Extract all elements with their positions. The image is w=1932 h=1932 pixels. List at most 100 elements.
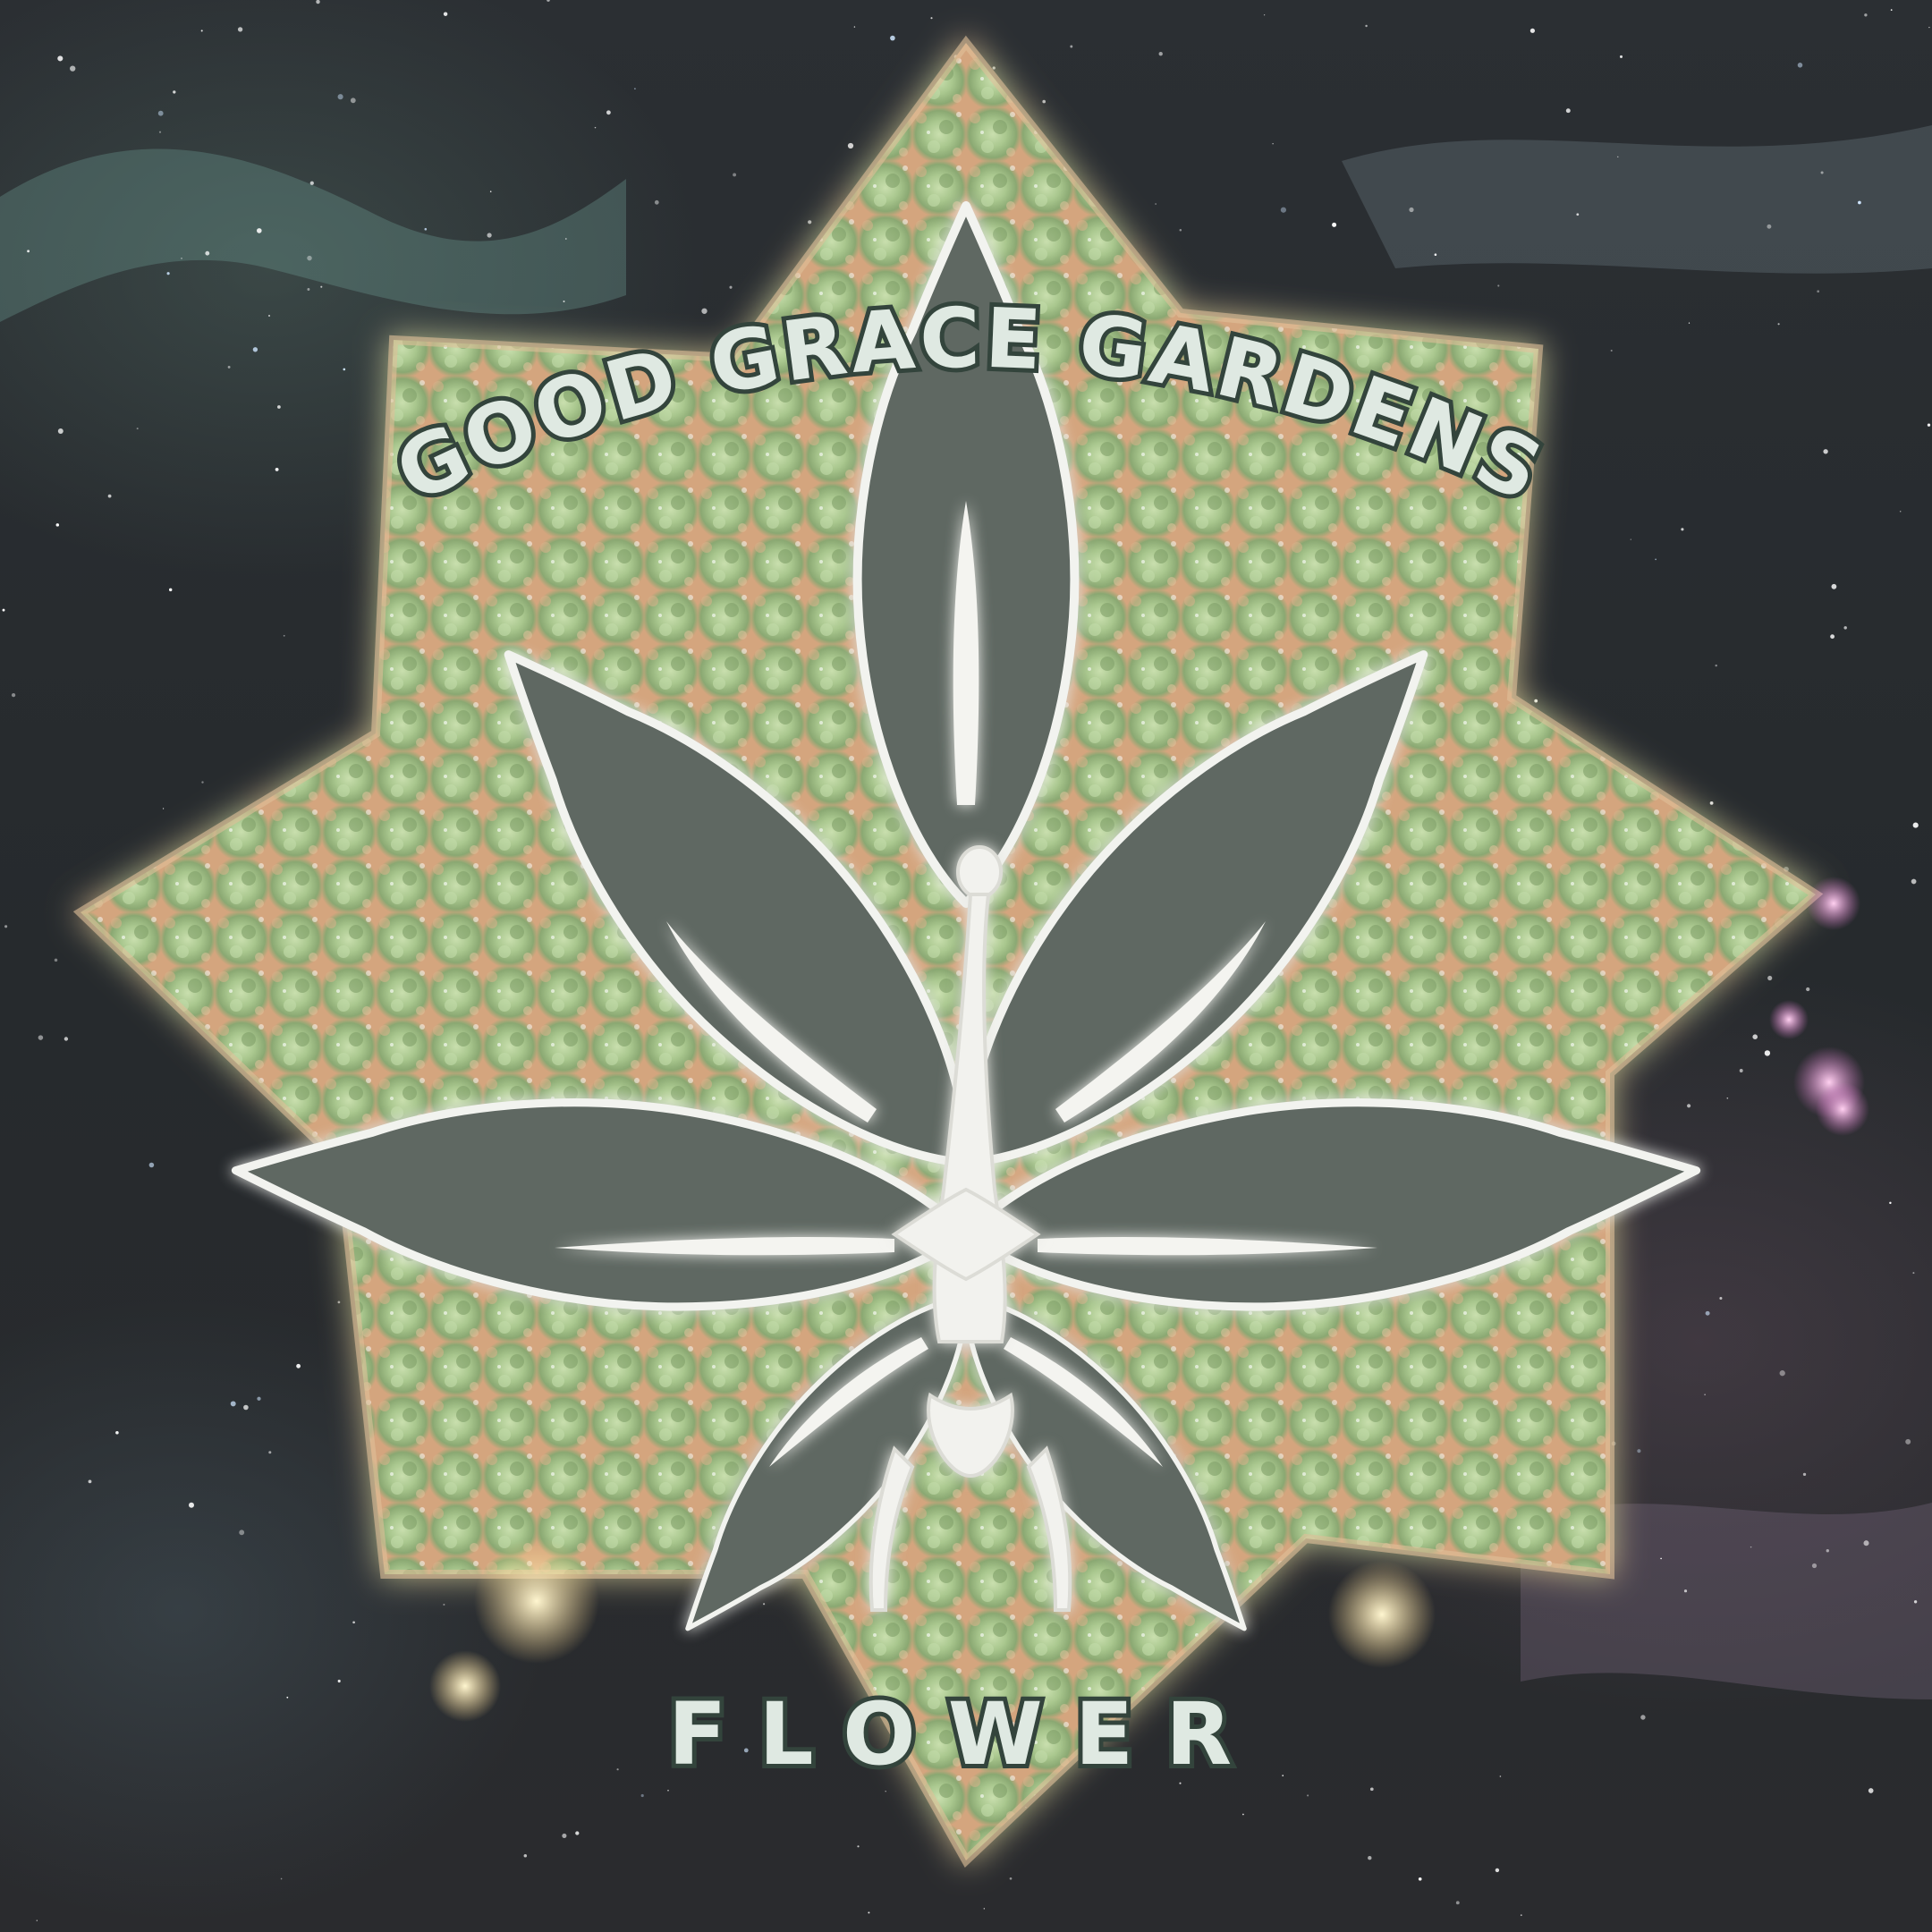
poster: GOOD GRACE GARDENS FLOWER (0, 0, 1932, 1932)
star (11, 692, 16, 698)
star (1858, 200, 1861, 205)
star (1905, 1438, 1911, 1445)
star (1534, 699, 1538, 703)
star (1779, 1370, 1785, 1377)
star (252, 347, 258, 352)
star (1911, 878, 1917, 885)
star (1155, 203, 1157, 205)
star (1272, 143, 1274, 145)
star (343, 368, 346, 371)
star (227, 365, 231, 369)
star (594, 126, 597, 129)
star (337, 94, 343, 100)
star (1823, 449, 1828, 454)
star (1912, 1272, 1915, 1275)
star (523, 1854, 528, 1858)
star (1365, 24, 1368, 28)
star (1576, 213, 1580, 216)
star (1752, 1034, 1758, 1039)
star (1495, 1868, 1500, 1873)
star (563, 301, 565, 302)
star (55, 523, 60, 527)
star (443, 12, 448, 16)
star (148, 1162, 155, 1168)
star (1660, 1557, 1662, 1560)
star (1806, 987, 1810, 992)
star (230, 1401, 236, 1407)
star (1369, 1787, 1374, 1792)
star (1890, 9, 1893, 11)
star (489, 191, 492, 192)
star (70, 65, 76, 72)
star (1928, 26, 1930, 29)
star (1418, 1877, 1422, 1881)
star (1802, 1472, 1807, 1477)
star (189, 1502, 194, 1508)
star (857, 1845, 860, 1848)
star (1863, 1540, 1869, 1546)
star (1687, 1104, 1691, 1108)
star (1497, 284, 1500, 287)
star (606, 110, 611, 115)
star (729, 285, 733, 289)
star (337, 1679, 341, 1683)
star (616, 1768, 619, 1771)
star (1179, 229, 1182, 232)
star (1688, 322, 1690, 324)
star (1307, 1794, 1309, 1797)
star (158, 131, 162, 133)
star (654, 199, 659, 205)
star (1070, 45, 1073, 48)
star (1009, 1877, 1013, 1880)
star (157, 110, 164, 116)
star (350, 97, 356, 104)
star (1709, 801, 1714, 805)
star (1640, 1715, 1646, 1720)
star (296, 1363, 301, 1368)
star (1913, 1600, 1918, 1604)
star (1565, 108, 1571, 114)
star (107, 494, 112, 498)
star (320, 285, 323, 288)
star (205, 250, 210, 256)
star (1797, 63, 1803, 68)
star (868, 1911, 870, 1914)
star (1455, 1901, 1460, 1905)
star (136, 428, 139, 430)
star (268, 1451, 272, 1454)
star (1530, 28, 1536, 33)
star (243, 1404, 249, 1411)
star (853, 26, 856, 28)
star (1927, 423, 1931, 427)
star (1912, 822, 1919, 828)
star (36, 1919, 38, 1921)
star (1817, 290, 1820, 293)
star (983, 1908, 985, 1910)
star (173, 90, 176, 94)
star (1681, 528, 1684, 531)
star (1811, 1563, 1818, 1569)
star (307, 255, 312, 261)
star (1242, 1813, 1244, 1816)
star (1610, 349, 1613, 352)
star (2, 608, 5, 612)
star (634, 88, 636, 89)
star (54, 958, 58, 962)
star (257, 228, 262, 233)
star (115, 1431, 119, 1435)
star (1719, 1296, 1723, 1301)
star (257, 1396, 261, 1401)
star (309, 181, 314, 185)
star (200, 30, 203, 32)
star (64, 1037, 69, 1041)
star (1831, 583, 1837, 589)
star (283, 634, 285, 637)
star (1434, 253, 1437, 257)
star (1767, 975, 1773, 981)
star (1777, 323, 1780, 326)
star (885, 1790, 886, 1792)
star (667, 1790, 669, 1792)
star (808, 220, 812, 225)
star (564, 238, 567, 240)
poster-artwork: GOOD GRACE GARDENS FLOWER (0, 0, 1932, 1921)
